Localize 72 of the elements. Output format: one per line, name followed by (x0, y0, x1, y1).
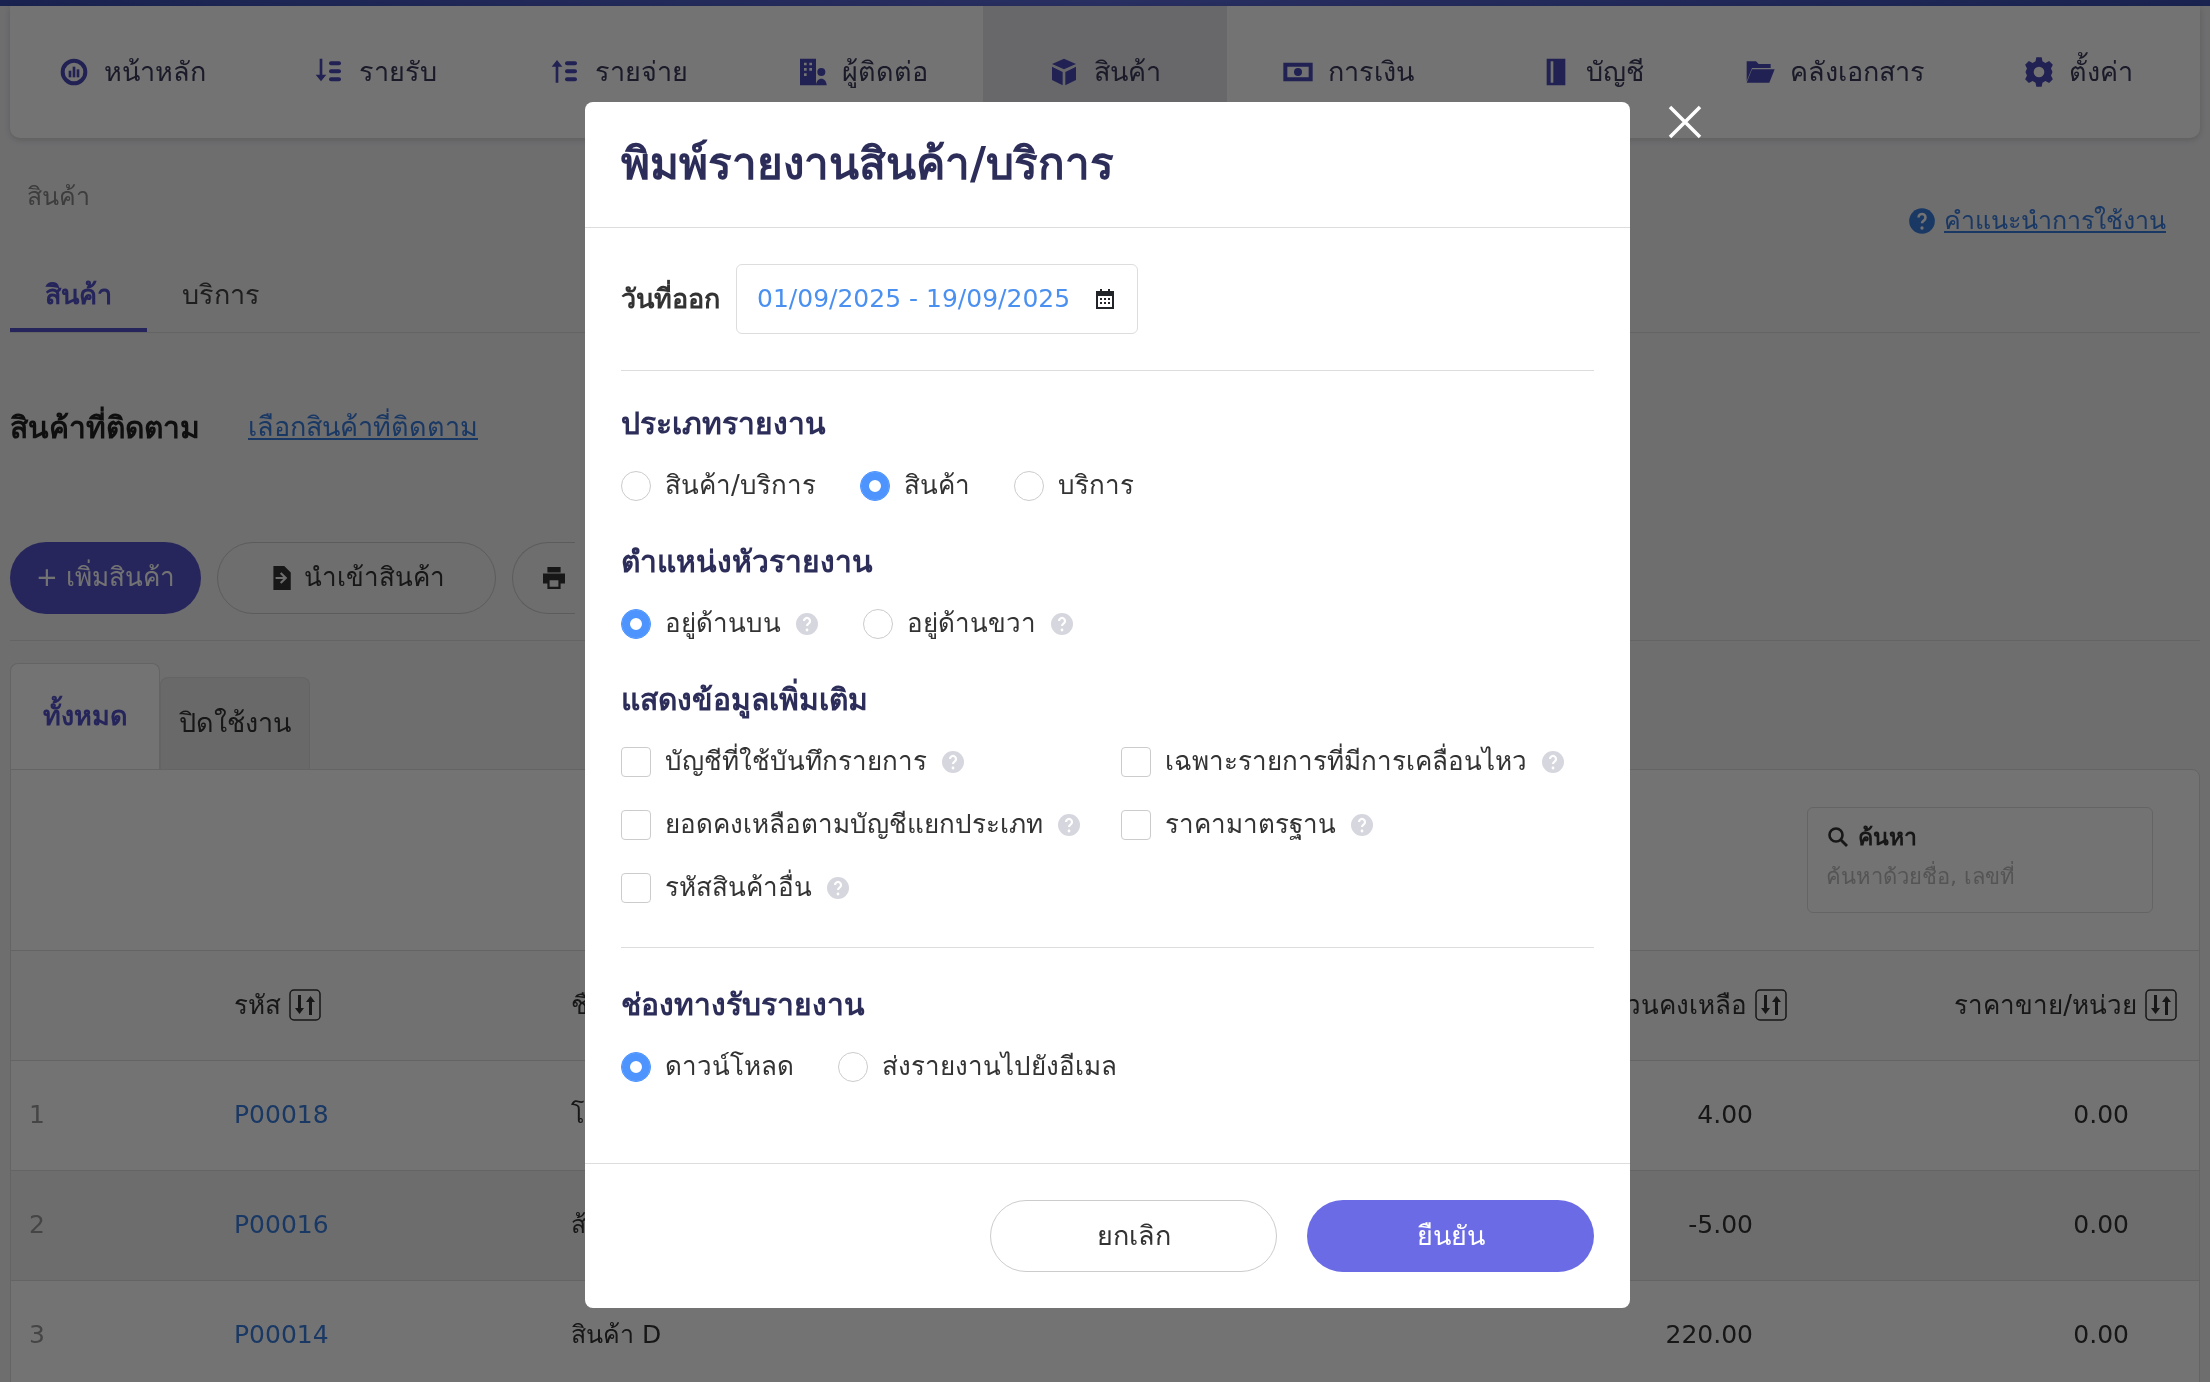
product-code-link[interactable]: P00016 (234, 1210, 329, 1240)
table-cell: 0.00 (2073, 1100, 2129, 1130)
nav-item[interactable]: หน้าหลัก (10, 6, 254, 138)
search-icon (1826, 824, 1850, 849)
option-label: รหัสสินค้าอื่น (665, 868, 812, 907)
section-heading: ช่องทางรับรายงาน (621, 986, 866, 1024)
option-label: เฉพาะรายการที่มีการเคลื่อนไหว (1165, 742, 1527, 781)
tab[interactable]: ปิดใช้งาน (160, 676, 310, 769)
checkbox[interactable] (621, 746, 651, 777)
option-label: ส่งรายงานไปยังอีเมล (882, 1050, 1117, 1083)
radio-button[interactable] (621, 470, 651, 501)
tab[interactable]: บริการ (147, 263, 295, 332)
date-range-field[interactable]: 01/09/2025 - 19/09/2025 (736, 264, 1138, 334)
calendar-icon (1093, 287, 1117, 311)
help-link[interactable]: คำแนะนำการใช้งาน (1908, 202, 2166, 240)
product-code-link[interactable]: P00014 (234, 1320, 329, 1350)
radio-button[interactable] (621, 608, 651, 639)
nav-item[interactable]: ตั้งค่า (1956, 6, 2200, 138)
table-cell: โ (571, 1100, 584, 1130)
option-label: บริการ (1057, 469, 1134, 502)
radio-button[interactable] (1013, 470, 1044, 501)
cancel-button[interactable]: ยกเลิก (990, 1200, 1277, 1272)
option-label: อยู่ด้านขวา (907, 607, 1036, 641)
column-header: ราคาขาย/หน่วย (1954, 988, 2137, 1022)
printer-icon (543, 566, 566, 589)
nav-item[interactable]: คลังเอกสาร (1713, 6, 1957, 138)
date-range-input[interactable]: 01/09/2025 - 19/09/2025 (755, 279, 1085, 319)
product-code-link[interactable]: P00018 (234, 1100, 329, 1130)
tab[interactable]: ทั้งหมด (10, 662, 160, 769)
option-label: อยู่ด้านบน (665, 607, 781, 641)
column-header: รหัส (234, 988, 281, 1022)
help-icon (1908, 206, 1936, 235)
import-button[interactable]: นำเข้าสินค้า (217, 541, 497, 614)
option-label: ยอดคงเหลือตามบัญชีแยกประเภท (665, 808, 1043, 841)
checkbox[interactable] (621, 809, 651, 840)
nav-item[interactable]: รายรับ (253, 6, 497, 138)
table-cell: 4.00 (1697, 1100, 1753, 1130)
nav-item[interactable]: บัญชี (1469, 6, 1714, 138)
option-label: สินค้า/บริการ (665, 469, 816, 502)
nav-item[interactable]: ผู้ติดต่อ (740, 6, 984, 138)
add-product-button[interactable]: + เพิ่มสินค้า (10, 541, 202, 614)
checkbox[interactable] (1121, 809, 1151, 840)
radio-button[interactable] (621, 1051, 651, 1082)
tab[interactable]: สินค้า (10, 263, 147, 332)
radio-button[interactable] (838, 1051, 868, 1082)
option-label: ดาวน์โหลด (665, 1050, 794, 1083)
radio-button[interactable] (859, 470, 890, 501)
nav-item[interactable]: รายจ่าย (496, 6, 740, 138)
checkbox[interactable] (1121, 746, 1151, 777)
radio-button[interactable] (863, 608, 893, 639)
confirm-button[interactable]: ยืนยัน (1307, 1200, 1594, 1272)
table-cell: ส้ (571, 1210, 586, 1240)
table-cell: สินค้า D (571, 1320, 662, 1350)
option-label: บัญชีที่ใช้บันทึกรายการ (665, 742, 927, 781)
link[interactable]: เลือกสินค้าที่ติดตาม (248, 406, 478, 448)
option-label: ราคามาตรฐาน (1165, 808, 1336, 842)
search-label: ค้นหา (1858, 822, 1917, 852)
checkbox[interactable] (621, 872, 651, 903)
table-cell: -5.00 (1688, 1210, 1753, 1240)
table-cell: 0.00 (2073, 1320, 2129, 1350)
dialog-title: พิมพ์รายงานสินค้า/บริการ (621, 138, 1115, 191)
table-cell: 0.00 (2073, 1210, 2129, 1240)
section-title: สินค้าที่ติดตาม (10, 404, 200, 450)
section-heading: แสดงข้อมูลเพิ่มเติม (621, 677, 1594, 722)
section-heading: ตำแหน่งหัวรายงาน (621, 543, 874, 581)
column-header: วนคงเหลือ (1626, 988, 1747, 1022)
section-heading: ประเภทรายงาน (621, 405, 827, 443)
gear-icon (2023, 56, 2056, 88)
field-label: วันที่ออก (621, 279, 720, 316)
table-cell: 220.00 (1665, 1320, 1753, 1350)
nav-item[interactable]: การเงิน (1226, 6, 1470, 138)
option-label: สินค้า (903, 469, 970, 502)
